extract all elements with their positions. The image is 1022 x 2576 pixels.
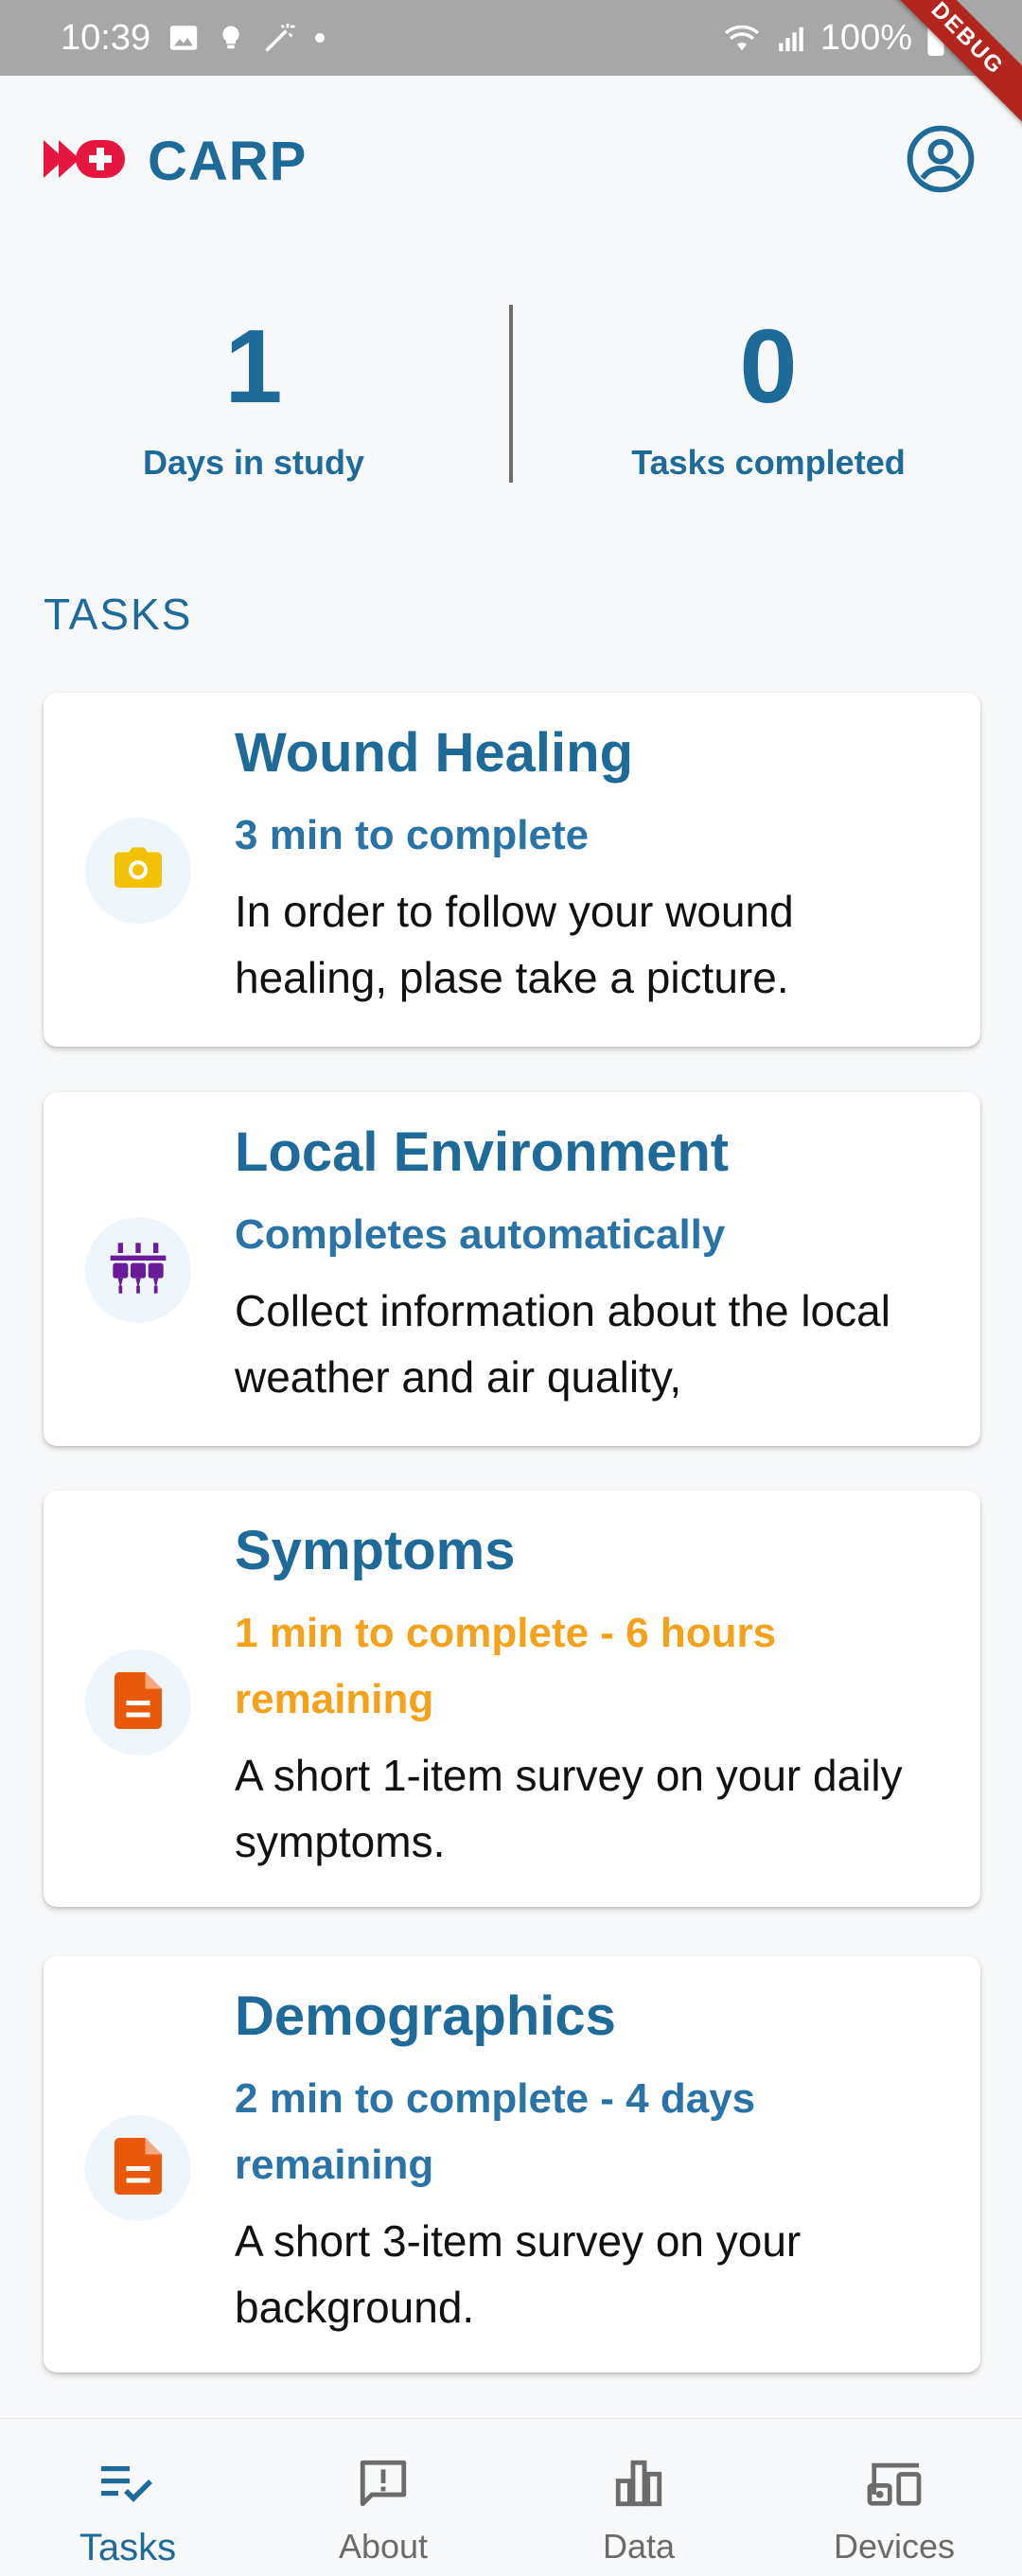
nav-tab-devices[interactable]: Devices [766,2419,1022,2576]
document-icon [113,1671,164,1734]
task-card-local-environment[interactable]: Local Environment Completes automaticall… [44,1092,980,1446]
task-card-wound-healing[interactable]: Wound Healing 3 min to complete In order… [44,693,980,1047]
nav-tab-tasks[interactable]: Tasks [0,2419,256,2576]
nav-tab-data[interactable]: Data [511,2419,766,2576]
tasks-completed-stat: 0 Tasks completed [579,310,958,483]
task-icon-container [85,1650,191,1756]
profile-button[interactable] [903,123,978,199]
task-text: Symptoms 1 min to complete - 6 hours rem… [235,1515,943,1875]
task-card-demographics[interactable]: Demographics 2 min to complete - 4 days … [44,1956,980,2373]
tasks-completed-label: Tasks completed [631,443,906,482]
tasks-section-title: TASKS [44,590,193,639]
nav-label: About [338,2527,429,2566]
task-icon-container [85,818,191,924]
sensors-icon [108,1238,168,1303]
carp-logo: CARP [44,130,307,193]
feedback-icon [356,2453,411,2514]
bottom-navigation: Tasks About Data Devices [0,2418,1022,2575]
battery-percent: 100% [819,17,912,58]
task-title: Symptoms [235,1520,516,1581]
nav-tab-about[interactable]: About [256,2419,511,2576]
task-text: Wound Healing 3 min to complete In order… [235,717,943,1011]
carp-logo-icon [44,136,125,186]
camera-icon [110,840,167,902]
devices-icon [865,2453,924,2514]
task-description: A short 3-item survey on your background… [235,2216,802,2332]
account-circle-icon [906,124,976,199]
task-icon-container [85,1217,191,1323]
status-bar: 10:39 100% DEBUG [0,0,1022,133]
task-title: Wound Healing [235,722,634,784]
days-in-study-label: Days in study [142,443,365,482]
task-description: Collect information about the local weat… [235,1286,890,1402]
task-title: Local Environment [235,1121,730,1183]
magic-wand-icon [262,21,296,55]
task-card-symptoms[interactable]: Symptoms 1 min to complete - 6 hours rem… [44,1491,980,1907]
lightbulb-icon [217,22,245,54]
status-time: 10:39 [61,17,151,58]
gallery-icon [167,22,200,54]
document-icon [113,2137,164,2199]
task-description: A short 1-item survey on your daily symp… [235,1751,903,1866]
stats-divider [509,305,513,483]
signal-icon [775,22,807,54]
task-description: In order to follow your wound healing, p… [235,887,794,1002]
nav-label: Devices [833,2527,956,2566]
nav-label: Data [602,2527,676,2566]
task-title: Demographics [235,1985,616,2047]
task-meta: Completes automatically [235,1211,726,1258]
wifi-icon [722,22,762,54]
brand-name: CARP [148,130,308,192]
task-meta: 3 min to complete [235,812,590,858]
nav-label: Tasks [79,2527,177,2568]
task-text: Local Environment Completes automaticall… [235,1117,943,1410]
task-text: Demographics 2 min to complete - 4 days … [235,1981,943,2340]
days-in-study-stat: 1 Days in study [64,310,443,483]
task-list-icon [99,2453,156,2514]
task-meta: 1 min to complete - 6 hours remaining [235,1610,777,1722]
task-meta: 2 min to complete - 4 days remaining [235,2075,756,2188]
days-in-study-value: 1 [224,309,283,425]
task-icon-container [85,2115,191,2221]
notification-dot-icon [313,31,326,44]
bar-chart-icon [611,2453,666,2514]
app-bar: CARP [0,76,1022,246]
study-stats: 1 Days in study 0 Tasks completed [0,284,1022,520]
tasks-completed-value: 0 [739,309,798,425]
